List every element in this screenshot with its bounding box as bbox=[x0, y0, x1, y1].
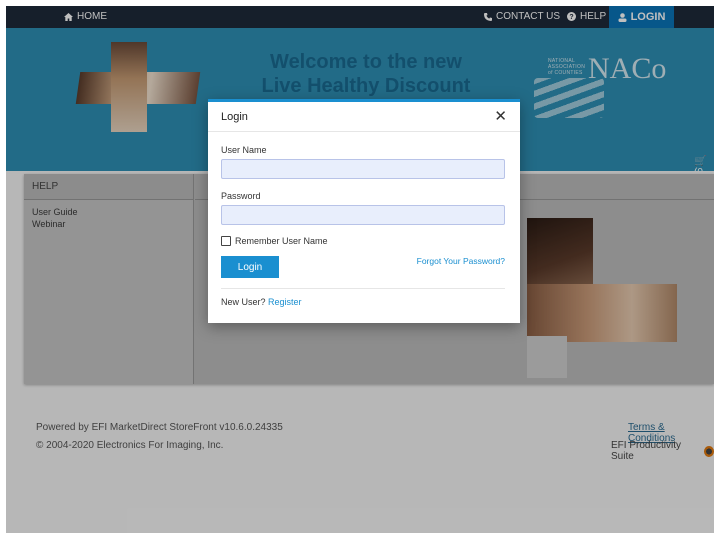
close-icon[interactable]: ✕ bbox=[494, 109, 507, 124]
remember-checkbox[interactable] bbox=[221, 236, 231, 246]
modal-body: User Name Password Remember User Name Lo… bbox=[208, 132, 520, 307]
username-input[interactable] bbox=[221, 159, 505, 179]
remember-username[interactable]: Remember User Name bbox=[221, 236, 505, 246]
register-link[interactable]: Register bbox=[268, 297, 302, 307]
modal-header: Login ✕ bbox=[208, 102, 520, 132]
modal-title: Login bbox=[221, 110, 248, 123]
password-input[interactable] bbox=[221, 205, 505, 225]
forgot-password-link[interactable]: Forgot Your Password? bbox=[417, 256, 505, 266]
login-modal: Login ✕ User Name Password Remember User… bbox=[208, 99, 520, 323]
new-user-label: New User? bbox=[221, 297, 266, 307]
divider bbox=[221, 288, 505, 289]
username-label: User Name bbox=[221, 145, 267, 155]
login-button[interactable]: Login bbox=[221, 256, 279, 278]
remember-label: Remember User Name bbox=[235, 236, 328, 246]
password-label: Password bbox=[221, 191, 261, 201]
action-row: Login Forgot Your Password? bbox=[221, 256, 505, 278]
new-user-row: New User? Register bbox=[221, 297, 505, 307]
